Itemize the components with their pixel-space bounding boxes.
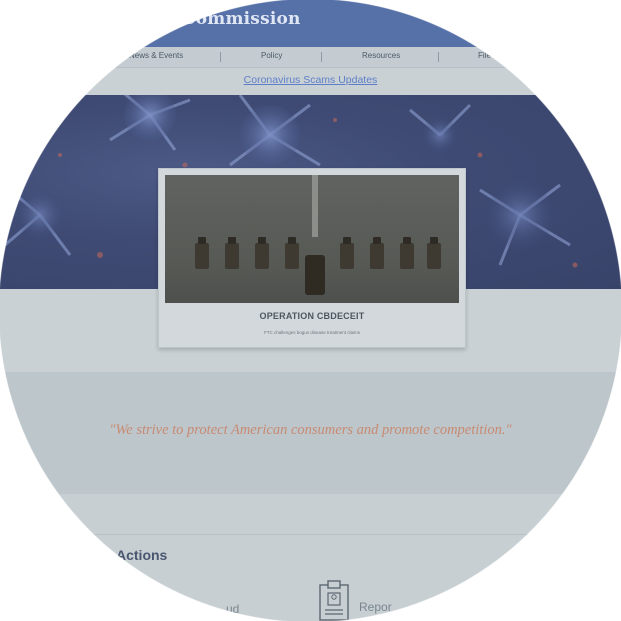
nav-item-news-events[interactable]: News & Events [129, 51, 183, 60]
actions-section: Actions ud [0, 494, 621, 621]
actions-heading: Actions [116, 547, 168, 563]
dropper [312, 175, 318, 237]
feature-card[interactable]: OPERATION CBDECEIT FTC challenges bogus … [158, 168, 466, 348]
bottle-shape [225, 237, 239, 269]
nav-item-policy[interactable]: Policy [261, 51, 282, 60]
nav-separator [220, 52, 221, 62]
bottle-shape [370, 237, 384, 269]
clipboard-icon[interactable] [319, 580, 349, 621]
site-title[interactable]: Commission [182, 9, 301, 29]
page: Commission News & Events Policy Resource… [0, 0, 621, 621]
bottle-shape [195, 237, 209, 269]
mission-quote: "We strive to protect American consumers… [109, 422, 512, 438]
coronavirus-scams-link[interactable]: Coronavirus Scams Updates [0, 74, 621, 86]
cbd-bottles-image [165, 175, 459, 303]
section-divider [60, 534, 560, 535]
mission-quote-band: "We strive to protect American consumers… [0, 372, 621, 494]
nav-separator [321, 52, 322, 62]
main-nav: News & Events Policy Resources File [0, 47, 621, 68]
bottle-shape [285, 237, 299, 269]
nav-item-resources[interactable]: Resources [362, 51, 400, 60]
feature-title[interactable]: OPERATION CBDECEIT [159, 311, 465, 321]
bottle-shape [340, 237, 354, 269]
bottle-shape [400, 237, 414, 269]
action-item-report-fraud[interactable]: ud [226, 602, 239, 616]
bottle-shape [427, 237, 441, 269]
feature-subtitle: FTC challenges bogus disease treatment c… [263, 330, 361, 335]
action-item-report[interactable]: Repor [359, 600, 392, 614]
alert-bar: Coronavirus Scams Updates [0, 68, 621, 95]
dropper-bottle [305, 255, 325, 295]
nav-item-file[interactable]: File [478, 51, 491, 60]
bottle-shape [255, 237, 269, 269]
nav-separator [438, 52, 439, 62]
site-header: Commission [0, 0, 621, 47]
